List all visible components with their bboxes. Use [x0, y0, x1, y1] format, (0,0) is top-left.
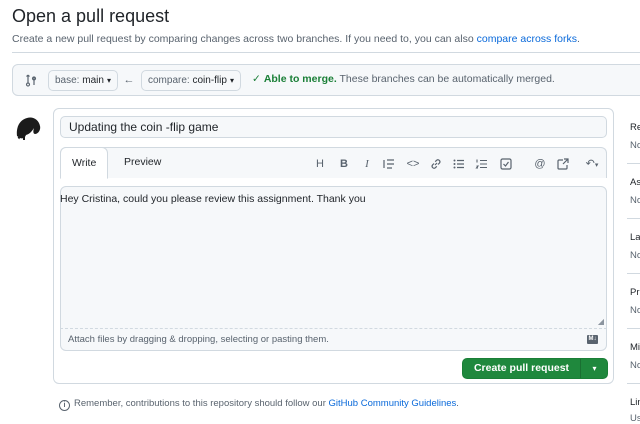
sidebar-divider — [627, 273, 640, 274]
merge-status: ✓ Able to merge. These branches can be au… — [252, 73, 555, 85]
merge-status-ok: Able to merge. — [263, 73, 337, 85]
bold-icon[interactable]: B — [337, 157, 351, 171]
sidebar-milestone-heading[interactable]: Mi — [630, 342, 640, 353]
header-divider — [12, 52, 640, 53]
pull-request-form: Write Preview H B I <> @ ↶▾ ◢ Hey Cristi… — [53, 108, 614, 384]
check-icon: ✓ — [252, 73, 261, 85]
sidebar-divider — [627, 163, 640, 164]
markdown-icon[interactable]: M↓ — [587, 335, 598, 344]
community-guidelines-link[interactable]: GitHub Community Guidelines — [329, 398, 457, 409]
italic-icon[interactable]: I — [360, 157, 374, 171]
sidebar-assignees-heading[interactable]: As — [630, 177, 640, 188]
create-pull-request-label: Create pull request — [473, 362, 570, 374]
compare-bar: base: main ▾ ← compare: coin-flip ▾ ✓ Able … — [12, 64, 640, 96]
chevron-down-icon: ▾ — [229, 76, 234, 85]
tab-preview[interactable]: Preview — [113, 147, 172, 179]
sidebar-labels-value: No — [630, 250, 640, 261]
pr-body-textarea[interactable]: ◢ — [60, 186, 607, 329]
chevron-down-icon: ▾ — [106, 76, 111, 85]
compare-branch-select[interactable]: compare: coin-flip ▾ — [141, 70, 241, 91]
sidebar-divider — [627, 218, 640, 219]
base-branch-label: base: — [55, 75, 80, 86]
sidebar-linked-issues-value: Us — [630, 413, 640, 424]
guidelines-note: i Remember, contributions to this reposit… — [59, 398, 459, 411]
editor-tabs: Write Preview H B I <> @ ↶▾ — [60, 147, 607, 179]
sidebar-reviewers-value: No — [630, 140, 640, 151]
compare-branch-value: coin-flip — [192, 75, 227, 86]
code-icon[interactable]: <> — [406, 157, 420, 171]
tab-write[interactable]: Write — [60, 147, 109, 179]
sidebar-labels-heading[interactable]: La — [630, 232, 640, 243]
merge-status-detail: These branches can be automatically merg… — [336, 73, 555, 85]
attach-files-bar[interactable]: Attach files by dragging & dropping, sel… — [60, 328, 607, 351]
sidebar-projects-value: No — [630, 305, 640, 316]
arrow-left-icon: ← — [123, 74, 135, 86]
heading-icon[interactable]: H — [313, 157, 327, 171]
info-icon: i — [59, 400, 70, 411]
sidebar-projects-heading[interactable]: Pr — [630, 287, 640, 298]
sidebar-milestone-value: No — [630, 360, 640, 371]
subtitle-text: Create a new pull request by comparing c… — [12, 33, 477, 45]
page-title: Open a pull request — [12, 6, 170, 26]
attach-files-text: Attach files by dragging & dropping, sel… — [68, 334, 329, 345]
quote-icon[interactable] — [382, 157, 396, 171]
compare-branch-label: compare: — [148, 75, 190, 86]
task-list-icon[interactable] — [499, 157, 513, 171]
sidebar-divider — [627, 328, 640, 329]
link-icon[interactable] — [429, 157, 443, 171]
sidebar-divider — [627, 383, 640, 384]
git-compare-icon — [24, 73, 38, 87]
sidebar-linked-issues-heading[interactable]: Lin — [630, 397, 640, 408]
pr-body-text: Hey Cristina, could you please review th… — [60, 193, 366, 205]
avatar[interactable] — [13, 112, 43, 142]
compare-forks-link[interactable]: compare across forks — [477, 33, 577, 45]
base-branch-select[interactable]: base: main ▾ — [48, 70, 118, 91]
page-subtitle: Create a new pull request by comparing c… — [12, 33, 580, 45]
sidebar-reviewers-heading[interactable]: Re — [630, 122, 640, 133]
chevron-down-icon[interactable]: ▾ — [581, 359, 608, 378]
guidelines-suffix: . — [456, 398, 459, 409]
pr-title-input[interactable] — [60, 116, 607, 138]
create-pull-request-button[interactable]: Create pull request ▾ — [462, 358, 608, 379]
ordered-list-icon[interactable] — [475, 157, 489, 171]
resize-handle-icon[interactable]: ◢ — [598, 317, 604, 326]
unordered-list-icon[interactable] — [452, 157, 466, 171]
guidelines-text: Remember, contributions to this reposito… — [74, 398, 329, 409]
mention-icon[interactable]: @ — [533, 157, 547, 171]
sidebar-assignees-value: No — [630, 195, 640, 206]
reply-icon[interactable]: ↶▾ — [582, 157, 602, 171]
cross-reference-icon[interactable] — [556, 157, 570, 171]
base-branch-value: main — [82, 75, 104, 86]
subtitle-suffix: . — [576, 33, 580, 45]
